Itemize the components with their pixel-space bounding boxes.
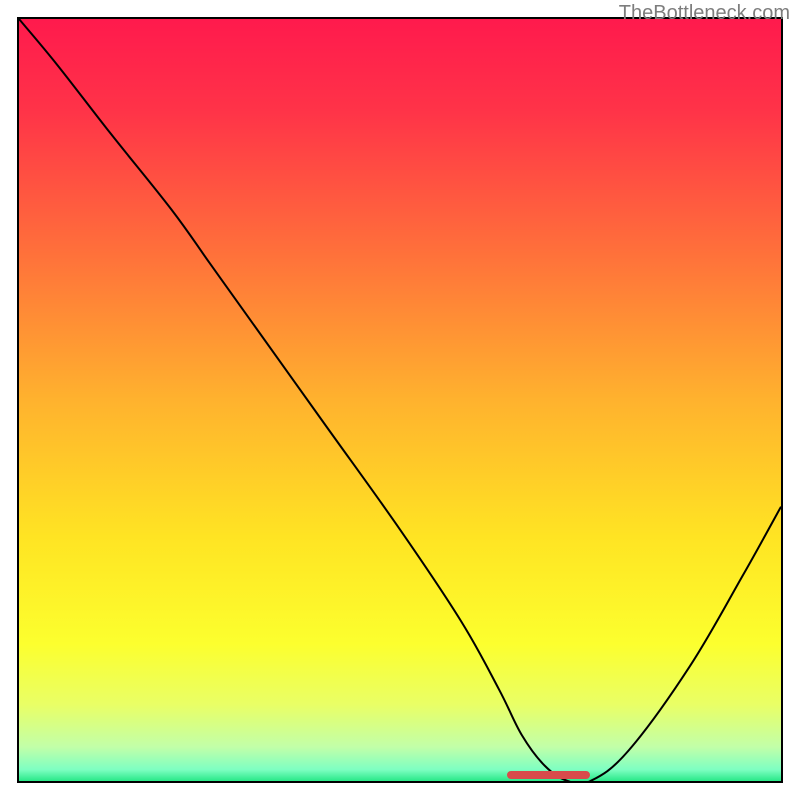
watermark-text: TheBottleneck.com	[619, 2, 790, 25]
chart-plot-area	[17, 17, 783, 783]
bottleneck-curve	[19, 19, 781, 781]
optimal-range-marker	[507, 771, 591, 779]
